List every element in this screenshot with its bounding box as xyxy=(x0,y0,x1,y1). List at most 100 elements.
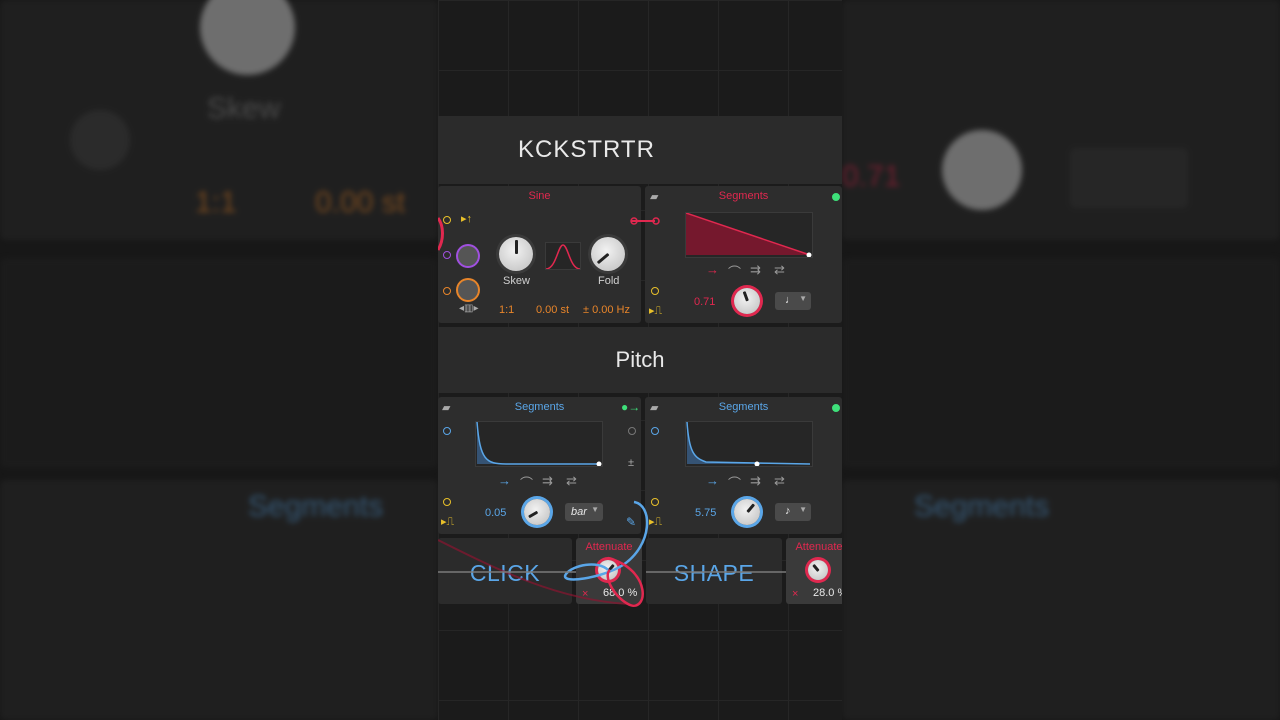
chevron-down-icon: ▼ xyxy=(799,505,807,514)
attenuate-left-value[interactable]: 68.0 % xyxy=(603,587,637,599)
skew-knob[interactable] xyxy=(499,237,533,271)
macro-click-label: CLICK xyxy=(469,560,541,586)
arrow-right-icon[interactable]: → xyxy=(498,473,511,488)
segments-device-top[interactable]: ▰ Segments → ⌒ ⇉ ⇄ ▸⎍ 0.71 ♩ ▼ xyxy=(645,186,842,323)
segments-top-title: Segments xyxy=(718,190,769,202)
segments-top-rate-dropdown[interactable]: ♩ ▼ xyxy=(775,292,811,310)
semitone-value[interactable]: 0.00 st xyxy=(536,304,569,316)
device-chain-view: KCKSTRTR Sine ▸↑ ◂▥▸ Skew Fold 1:1 0.00 … xyxy=(438,0,842,720)
mod-port-blue[interactable] xyxy=(651,427,659,435)
segments-device-pitch-right[interactable]: ▰ Segments → ⌒ ⇉ ⇄ ▸⎍ 5.75 ♪ ▼ xyxy=(645,397,842,534)
attenuate-right-title: Attenuate xyxy=(795,541,842,553)
loop-arrows-icon[interactable]: ⇄ xyxy=(774,262,785,278)
segments-pitch-left-display[interactable] xyxy=(475,421,603,467)
double-arrow-icon[interactable]: ⇉ xyxy=(750,473,761,489)
sine-shape-curve xyxy=(545,244,581,270)
segments-top-value[interactable]: 0.71 xyxy=(694,296,715,308)
segments-pitch-left-value[interactable]: 0.05 xyxy=(485,507,506,519)
curve-icon[interactable]: ⌒ xyxy=(728,473,741,492)
segments-pitch-right-rate-dropdown[interactable]: ♪ ▼ xyxy=(775,503,811,521)
attenuate-right-value[interactable]: 28.0 % xyxy=(813,587,842,599)
pencil-icon[interactable]: ✎ xyxy=(626,515,636,529)
segments-pitch-left-curve xyxy=(476,421,602,467)
segments-pitch-left-rate: bar xyxy=(571,506,587,518)
segments-pitch-left-title: Segments xyxy=(514,401,565,413)
chevron-down-icon: ▼ xyxy=(799,294,807,303)
arrow-right-icon[interactable]: → xyxy=(706,473,719,488)
arrow-right-icon[interactable]: → xyxy=(706,262,719,277)
mod-port-yellow-top[interactable] xyxy=(651,287,659,295)
segments-pitch-right-knob[interactable] xyxy=(734,499,760,525)
macro-shape-label: SHAPE xyxy=(673,560,755,586)
mod-port-yellow-pitch-right[interactable] xyxy=(651,498,659,506)
attenuate-left-title: Attenuate xyxy=(585,541,633,553)
chevron-down-icon: ▼ xyxy=(591,505,599,514)
segments-pitch-left-knob[interactable] xyxy=(524,499,550,525)
background-right: 0.71 Segments xyxy=(842,0,1280,720)
pitch-header[interactable]: Pitch xyxy=(438,327,842,393)
segments-pitch-right-display[interactable] xyxy=(685,421,813,467)
keyboard-icon[interactable]: ◂▥▸ xyxy=(459,303,479,314)
mod-out-arrow-icon[interactable]: ●→ xyxy=(621,400,640,414)
trigger-icon[interactable]: ▸↑ xyxy=(461,212,472,225)
macro-click[interactable]: CLICK xyxy=(438,538,572,604)
segments-top-curve xyxy=(685,212,812,258)
close-icon[interactable]: × xyxy=(582,588,588,600)
mod-port-grey[interactable] xyxy=(628,427,636,435)
small-knob-purple[interactable] xyxy=(458,246,478,266)
close-icon[interactable]: × xyxy=(792,588,798,600)
skew-label: Skew xyxy=(503,275,530,287)
attenuate-left[interactable]: Attenuate × 68.0 % xyxy=(576,538,642,604)
curve-icon[interactable]: ⌒ xyxy=(520,473,533,492)
track-title: KCKSTRTR xyxy=(518,136,655,163)
segments-pitch-right-value[interactable]: 5.75 xyxy=(695,507,716,519)
segments-top-display[interactable] xyxy=(685,212,813,258)
mod-port-yellow[interactable] xyxy=(443,216,451,224)
background-knob-right xyxy=(942,130,1022,210)
loop-arrows-icon[interactable]: ⇄ xyxy=(566,473,577,489)
background-segments-label: Segments xyxy=(248,490,384,523)
segments-pitch-right-curve xyxy=(686,421,811,467)
segments-pitch-left-rate-dropdown[interactable]: bar ▼ xyxy=(565,503,603,521)
ratio-value[interactable]: 1:1 xyxy=(499,304,514,316)
segments-pitch-right-title: Segments xyxy=(718,401,769,413)
segments-top-knob[interactable] xyxy=(734,288,760,314)
mod-port-yellow-pitch[interactable] xyxy=(443,498,451,506)
loop-arrows-icon[interactable]: ⇄ xyxy=(774,473,785,489)
attenuate-left-knob[interactable] xyxy=(598,560,618,580)
background-value: 0.71 xyxy=(842,160,901,193)
background-skew-label: Skew xyxy=(207,92,281,125)
segments-pitch-right-rate: ♪ xyxy=(785,505,791,517)
mod-out-green[interactable] xyxy=(832,193,840,201)
sine-shape-display xyxy=(545,242,581,270)
attenuate-right-knob[interactable] xyxy=(808,560,828,580)
background-knob xyxy=(70,110,130,170)
background-left: Skew 1:1 0.00 st Segments xyxy=(0,0,438,720)
mod-port-blue[interactable] xyxy=(443,427,451,435)
track-header[interactable]: KCKSTRTR xyxy=(438,116,842,184)
attenuate-right[interactable]: Attenuate × 28.0 % xyxy=(786,538,842,604)
gate-icon[interactable]: ▸⎍ xyxy=(441,515,454,529)
small-knob-orange[interactable] xyxy=(458,280,478,300)
fold-label: Fold xyxy=(598,275,620,287)
segments-top-rate: ♩ xyxy=(785,294,796,306)
gate-icon[interactable]: ▸⎍ xyxy=(649,515,662,529)
mod-port-orange[interactable] xyxy=(443,287,451,295)
segments-device-pitch-left[interactable]: ▰ Segments ●→ ± → ⌒ ⇉ ⇄ ▸⎍ 0.05 bar ▼ ✎ xyxy=(438,397,641,534)
plus-minus-icon[interactable]: ± xyxy=(628,457,634,469)
mod-out-green[interactable] xyxy=(832,404,840,412)
double-arrow-icon[interactable]: ⇉ xyxy=(542,473,553,489)
sine-title: Sine xyxy=(528,190,551,202)
macro-shape[interactable]: SHAPE xyxy=(646,538,782,604)
background-semitones: 0.00 st xyxy=(315,186,406,219)
background-segments-label-right: Segments xyxy=(914,490,1050,523)
double-arrow-icon[interactable]: ⇉ xyxy=(750,262,761,278)
sine-device[interactable]: Sine ▸↑ ◂▥▸ Skew Fold 1:1 0.00 st ± 0.00… xyxy=(438,186,641,323)
fold-knob[interactable] xyxy=(591,237,625,271)
curve-icon[interactable]: ⌒ xyxy=(728,262,741,281)
hz-value[interactable]: ± 0.00 Hz xyxy=(583,304,630,316)
pitch-title: Pitch xyxy=(615,347,665,372)
background-ratio: 1:1 xyxy=(195,186,237,219)
gate-icon[interactable]: ▸⎍ xyxy=(649,304,662,318)
mod-port-purple[interactable] xyxy=(443,251,451,259)
